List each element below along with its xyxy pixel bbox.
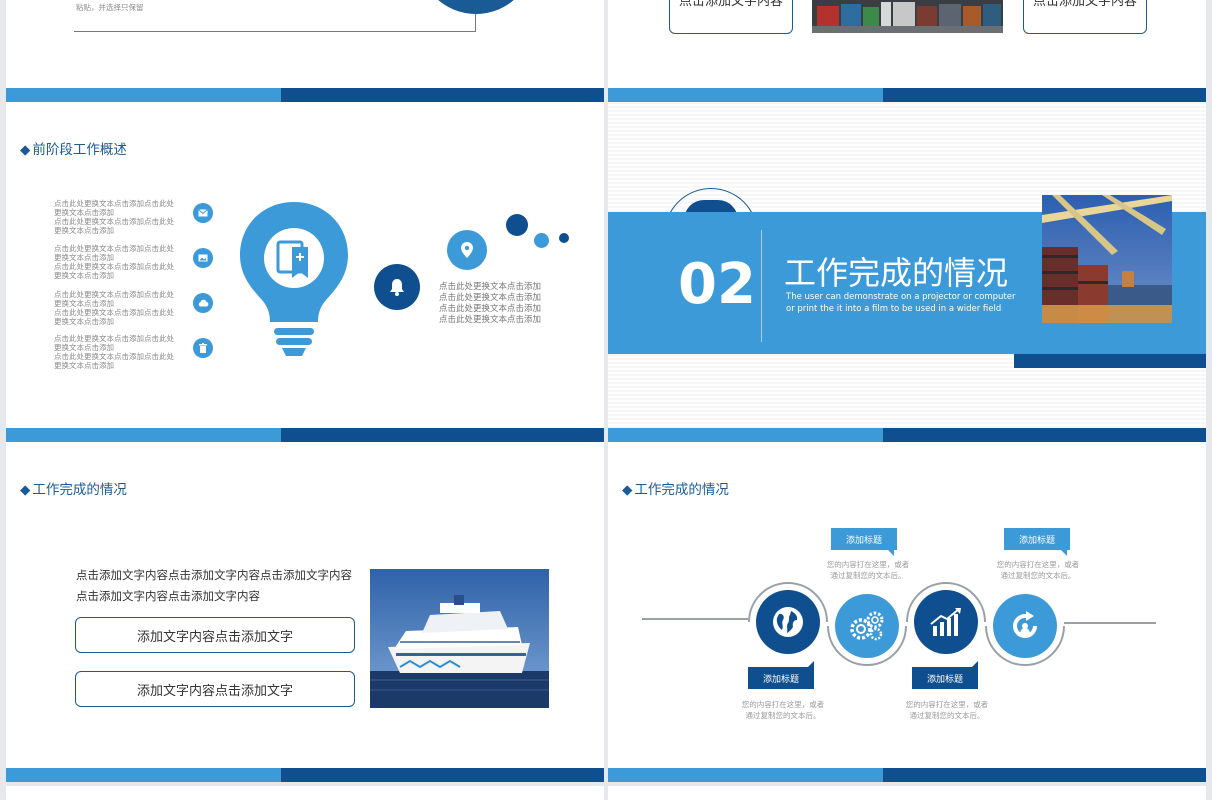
container-photo — [812, 0, 1003, 33]
slide-5[interactable]: ◆ 工作完成的情况 点击添加文字内容点击添加文字内容点击添加文字内容 点击添加文字… — [6, 442, 604, 782]
bell-icon — [374, 264, 420, 310]
title-band-accent — [1014, 354, 1206, 368]
slide-1[interactable]: 粘贴，并选择只保留 — [6, 0, 604, 102]
slide-4-footer-bar — [608, 428, 1206, 442]
timeline-line-left — [642, 618, 748, 620]
left-text-item-4: 点击此处更换文本点击添加点击此处更换文本点击添加 点击此处更换文本点击添加点击此… — [54, 334, 174, 370]
slide-8-partial[interactable] — [608, 786, 1206, 800]
refresh-icon — [993, 594, 1057, 658]
tag-bottom-2: 添加标题 — [912, 667, 978, 689]
globe-icon — [756, 590, 820, 654]
tag-top-2-pointer — [1061, 550, 1067, 556]
add-text-button-2[interactable]: 添加文字内容点击添加文字 — [75, 671, 355, 707]
small-text: 粘贴，并选择只保留 — [76, 3, 144, 12]
tag-bottom-1: 添加标题 — [748, 667, 814, 689]
slide-2-footer-bar — [608, 88, 1206, 102]
section-title: 工作完成的情况 — [784, 254, 1009, 292]
diamond-icon: ◆ — [622, 482, 633, 498]
left-text-item-2: 点击此处更换文本点击添加点击此处更换文本点击添加 点击此处更换文本点击添加点击此… — [54, 244, 174, 280]
slide-5-heading: ◆ 工作完成的情况 — [20, 482, 127, 498]
slide-6-footer-bar — [608, 768, 1206, 782]
decor-dot-medium — [534, 233, 549, 248]
diamond-icon: ◆ — [20, 482, 31, 498]
decor-dot-large — [506, 214, 528, 236]
decor-dot-small — [559, 233, 569, 243]
tag-top-1-desc: 您的内容打在这里，或者 通过复制您的文本后。 — [826, 560, 910, 580]
mail-icon — [193, 203, 213, 223]
section-subtitle-1: The user can demonstrate on a projector … — [786, 292, 1016, 302]
body-line-2: 点击添加文字内容点击添加文字内容 — [76, 589, 260, 603]
image-icon — [193, 248, 213, 268]
cloud-icon — [193, 293, 213, 313]
slide-3-heading: ◆ 前阶段工作概述 — [20, 142, 127, 158]
blue-circle — [418, 0, 534, 14]
section-number: 02 — [678, 252, 756, 317]
lightbulb-graphic — [238, 200, 350, 364]
add-content-button-right[interactable]: 点击添加文字内容 — [1023, 0, 1147, 34]
slide-4[interactable]: 02 工作完成的情况 The user can demonstrate on a… — [608, 102, 1206, 442]
left-text-item-3: 点击此处更换文本点击添加点击此处更换文本点击添加 点击此处更换文本点击添加点击此… — [54, 290, 174, 326]
slide-3-footer-bar — [6, 428, 604, 442]
port-crane-photo — [1042, 195, 1172, 323]
slide-6-heading: ◆ 工作完成的情况 — [622, 482, 729, 498]
tag-top-2: 添加标题 — [1004, 528, 1070, 550]
timeline-line-right — [1064, 622, 1156, 624]
slide-5-footer-bar — [6, 768, 604, 782]
gears-icon — [835, 594, 899, 658]
trash-icon — [193, 338, 213, 358]
tag-top-1: 添加标题 — [831, 528, 897, 550]
slide-2[interactable]: 点击添加文字内容 点击添加文字内容 — [608, 0, 1206, 102]
left-text-item-1: 点击此处更换文本点击添加点击此处更换文本点击添加 点击此处更换文本点击添加点击此… — [54, 199, 174, 235]
slide-1-footer-bar — [6, 88, 604, 102]
body-line-1: 点击添加文字内容点击添加文字内容点击添加文字内容 — [76, 568, 352, 582]
connector-line — [74, 31, 476, 32]
cruise-ship-photo — [370, 569, 549, 708]
slide-6[interactable]: ◆ 工作完成的情况 添加标题 您的内容打在这里，或者 通过复制您的文本后。 添加标… — [608, 442, 1206, 782]
slide-3[interactable]: ◆ 前阶段工作概述 点击此处更换文本点击添加点击此处更换文本点击添加 点击此处更换… — [6, 102, 604, 442]
slide-7-partial[interactable] — [6, 786, 604, 800]
connector-vertical — [475, 12, 476, 32]
section-subtitle-2: or print the it into a film to be used i… — [786, 304, 1002, 314]
diamond-icon: ◆ — [20, 142, 31, 158]
divider-line — [761, 230, 762, 342]
tag-bottom-1-desc: 您的内容打在这里，或者 通过复制您的文本后。 — [741, 700, 825, 720]
right-text: 点击此处更换文本点击添加 点击此处更换文本点击添加 点击此处更换文本点击添加 点… — [439, 282, 542, 325]
tag-top-1-pointer — [888, 550, 894, 556]
add-text-button-1[interactable]: 添加文字内容点击添加文字 — [75, 617, 355, 653]
tag-bottom-2-desc: 您的内容打在这里，或者 通过复制您的文本后。 — [905, 700, 989, 720]
add-content-button-left[interactable]: 点击添加文字内容 — [669, 0, 793, 34]
location-icon — [447, 230, 487, 270]
tag-top-2-desc: 您的内容打在这里，或者 通过复制您的文本后。 — [996, 560, 1080, 580]
chart-icon — [914, 590, 978, 654]
